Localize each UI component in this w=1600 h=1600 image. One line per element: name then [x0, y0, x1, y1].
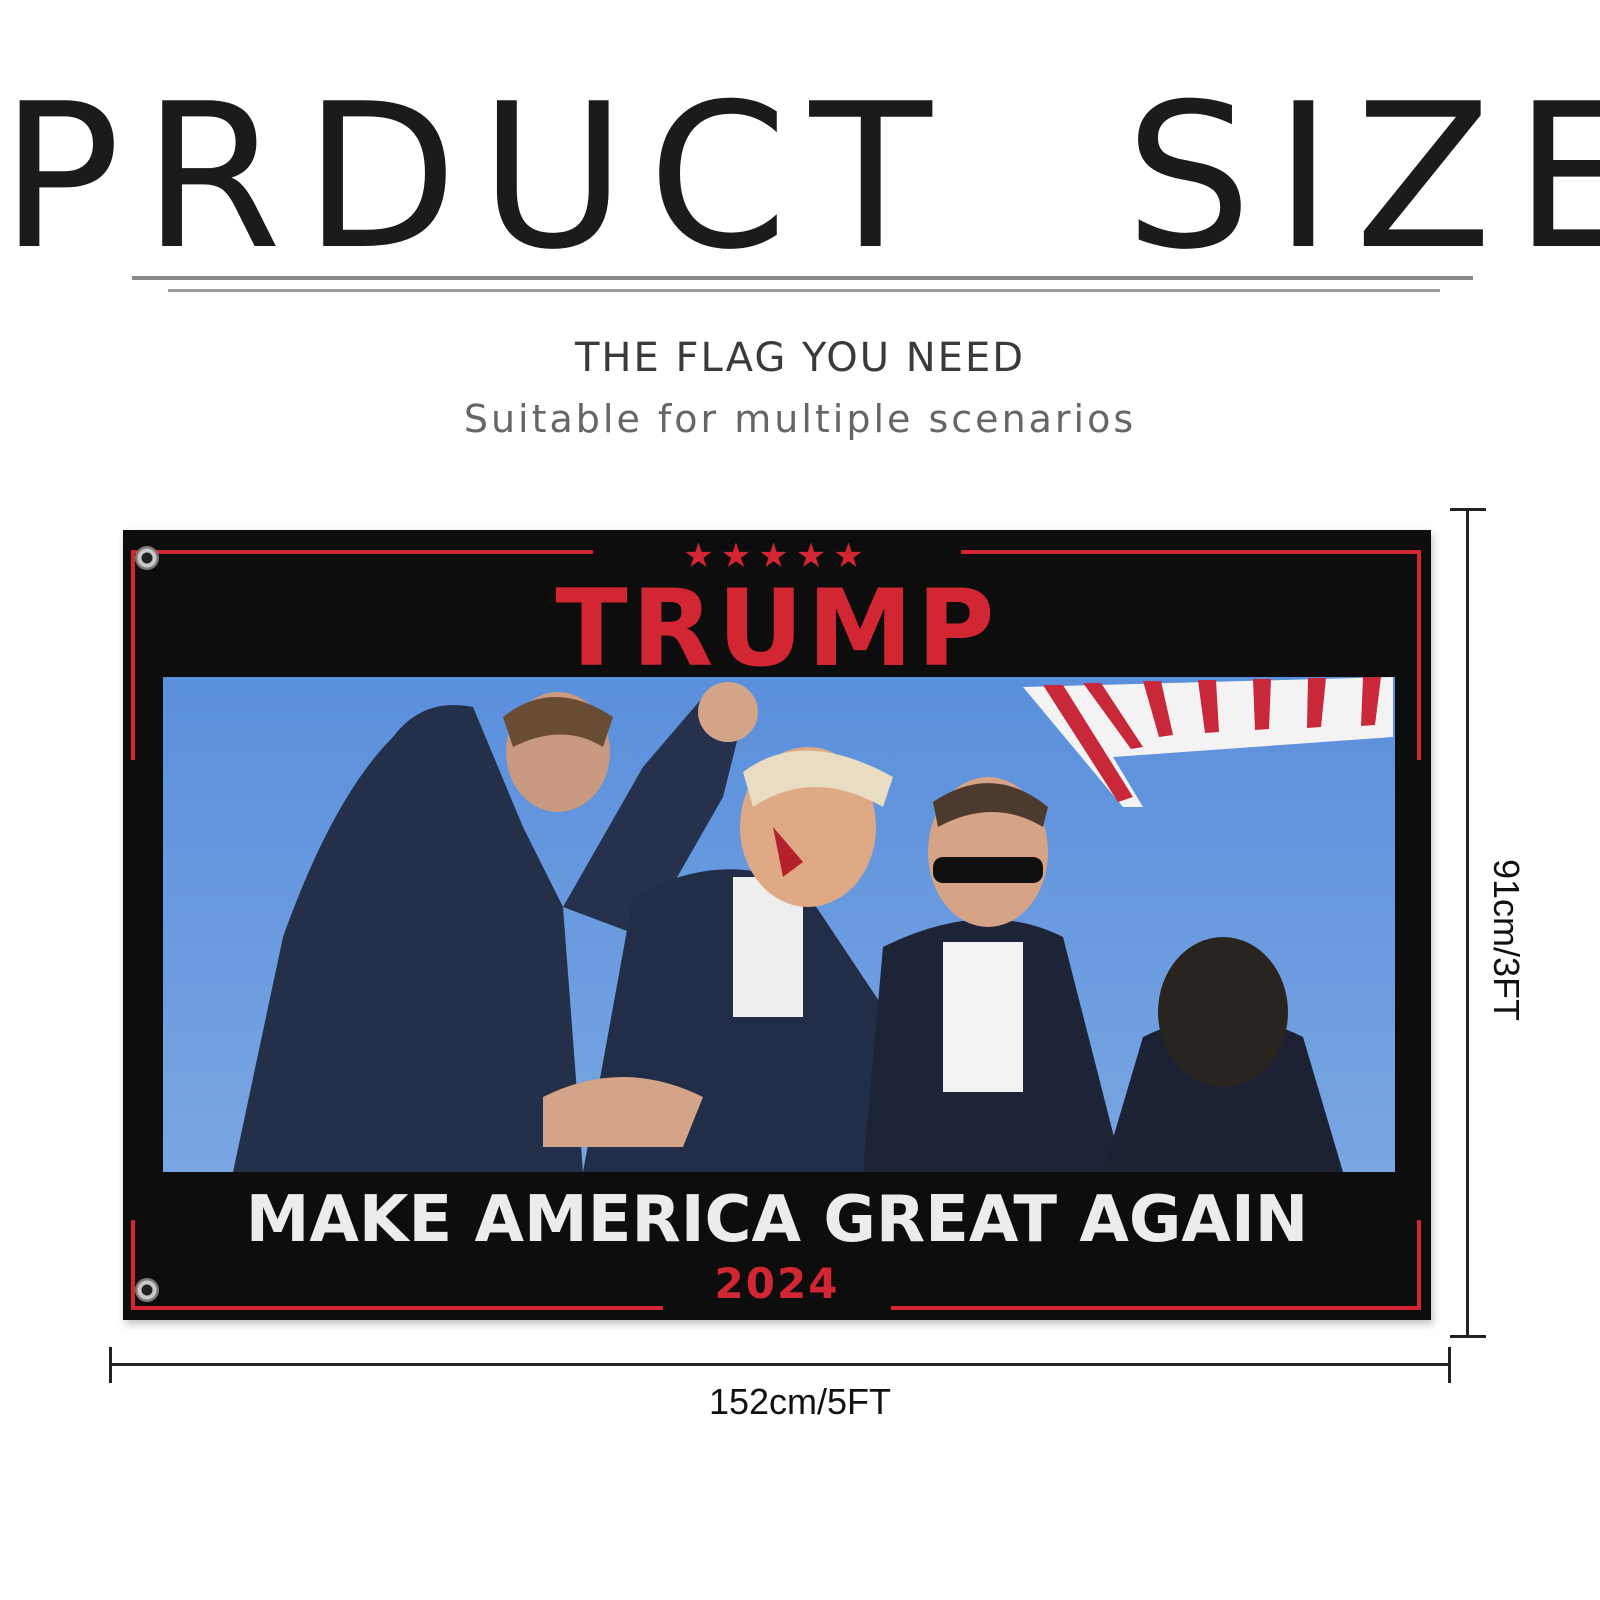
flag-photo: [163, 677, 1395, 1172]
width-dimension-line: [110, 1363, 1450, 1366]
width-dimension-cap-right: [1448, 1347, 1451, 1383]
flag-year: 2024: [714, 1259, 840, 1308]
title-underline-top: [132, 276, 1473, 280]
page-title: PRDUCT SIZE: [0, 61, 1600, 294]
height-dimension-line: [1466, 510, 1469, 1337]
width-dimension-label: 152cm/5FT: [708, 1381, 892, 1422]
flag-name-text: TRUMP: [555, 567, 999, 690]
height-dimension-cap-bottom: [1450, 1335, 1486, 1338]
flag-slogan: MAKE AMERICA GREAT AGAIN: [245, 1183, 1309, 1257]
photo-illustration: [163, 677, 1395, 1172]
title-underline-bottom: [168, 289, 1440, 292]
subtagline: Suitable for multiple scenarios: [463, 397, 1137, 441]
flag-image: ★★★★★ TRUMP MAKE AMERICA GREAT AGAIN 202…: [123, 530, 1431, 1320]
height-dimension-label: 91cm/3FT: [1486, 858, 1527, 1022]
tagline: THE FLAG YOU NEED: [574, 335, 1026, 381]
